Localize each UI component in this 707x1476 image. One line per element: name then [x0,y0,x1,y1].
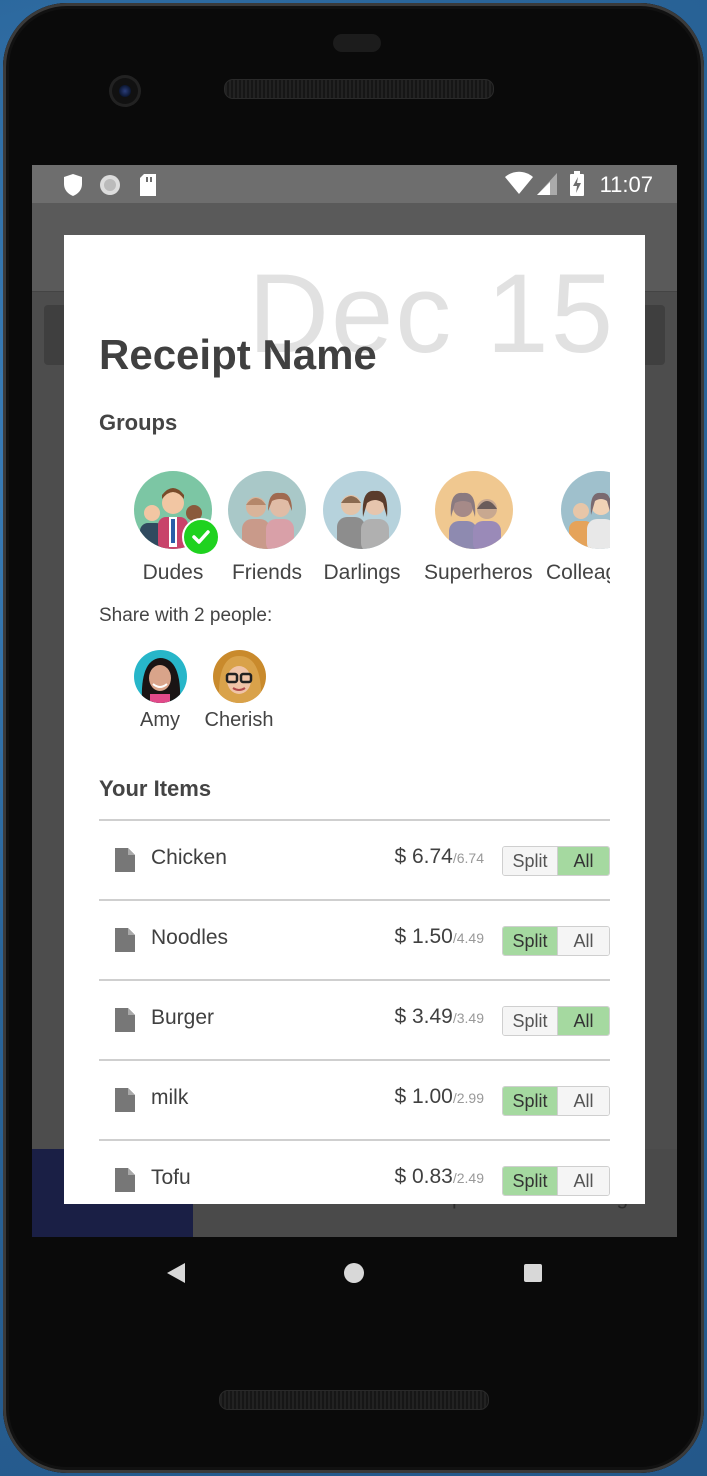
item-row-burger: Burger $ 3.49/3.49 Split All [99,981,610,1059]
group-avatar [435,471,513,549]
item-total: /2.49 [452,1170,484,1186]
shield-icon [62,173,84,202]
item-total: /6.74 [452,850,484,866]
item-name: Chicken [151,846,227,869]
all-button[interactable]: All [558,927,609,955]
back-icon[interactable] [165,1261,187,1290]
top-notch [333,34,381,52]
clock: 11:07 [599,172,653,197]
split-all-toggle: Split All [502,1006,610,1036]
split-button[interactable]: Split [503,1167,558,1195]
item-total: /2.99 [452,1090,484,1106]
bottom-speaker [219,1390,489,1410]
person-amy[interactable]: Amy [115,650,205,732]
split-button[interactable]: Split [503,847,558,875]
group-label: Colleag [546,561,610,584]
person-name: Amy [140,709,180,731]
group-label: Darlings [323,561,401,584]
split-all-toggle: Split All [502,846,610,876]
group-label: Superheros [424,561,533,584]
item-price: $ 1.00/2.99 [394,1085,484,1108]
item-price: $ 3.49/3.49 [394,1005,484,1028]
group-label: Dudes [142,561,204,584]
cell-signal-icon [536,172,558,201]
recents-icon[interactable] [522,1261,544,1290]
person-name: Cherish [204,709,274,731]
selected-check-icon [182,518,220,556]
file-icon [114,1088,136,1112]
split-all-toggle: Split All [502,1166,610,1196]
item-row-tofu: Tofu $ 0.83/2.49 Split All [99,1141,610,1204]
share-count-text: Share with 2 people: [99,605,273,626]
group-avatar [561,471,610,549]
receipt-title[interactable]: Receipt Name [99,331,377,379]
split-button[interactable]: Split [503,927,558,955]
group-superheros[interactable]: Superheros [424,471,533,585]
group-avatar [323,471,401,549]
item-name: Tofu [151,1166,191,1189]
front-camera [109,75,141,107]
split-all-toggle: Split All [502,926,610,956]
item-price: $ 6.74/6.74 [394,845,484,868]
item-price: $ 0.83/2.49 [394,1165,484,1188]
all-button[interactable]: All [558,1167,609,1195]
file-icon [114,848,136,872]
split-button[interactable]: Split [503,1007,558,1035]
sync-icon [98,173,122,202]
item-name: milk [151,1086,189,1109]
item-price: $ 1.50/4.49 [394,925,484,948]
all-button[interactable]: All [558,1007,609,1035]
item-row-noodles: Noodles $ 1.50/4.49 Split All [99,901,610,979]
split-button[interactable]: Split [503,1087,558,1115]
group-label: Friends [231,561,303,584]
group-colleagues[interactable]: Colleag [546,471,610,585]
status-bar: 11:07 [32,165,677,203]
all-button[interactable]: All [558,847,609,875]
file-icon [114,1168,136,1192]
group-friends[interactable]: Friends [217,471,317,585]
file-icon [114,1008,136,1032]
receipt-dialog: Dec 15 Receipt Name Groups Dudes Friends [64,235,645,1204]
all-button[interactable]: All [558,1087,609,1115]
earpiece-speaker [224,79,494,99]
home-icon[interactable] [343,1261,365,1290]
item-name: Noodles [151,926,229,949]
group-avatar [228,471,306,549]
person-avatar [212,650,266,703]
item-name: Burger [151,1006,215,1029]
file-icon [114,928,136,952]
battery-charging-icon [569,171,585,202]
items-heading: Your Items [99,776,212,801]
wifi-icon [504,171,534,200]
system-nav-bar [32,1237,677,1309]
sd-card-icon [138,173,158,202]
person-avatar [133,650,187,703]
item-row-milk: milk $ 1.00/2.99 Split All [99,1061,610,1139]
group-darlings[interactable]: Darlings [312,471,412,585]
item-total: /4.49 [452,930,484,946]
item-row-chicken: Chicken $ 6.74/6.74 Split All [99,821,610,899]
split-all-toggle: Split All [502,1086,610,1116]
person-cherish[interactable]: Cherish [194,650,284,732]
item-total: /3.49 [452,1010,484,1026]
groups-heading: Groups [99,410,178,435]
